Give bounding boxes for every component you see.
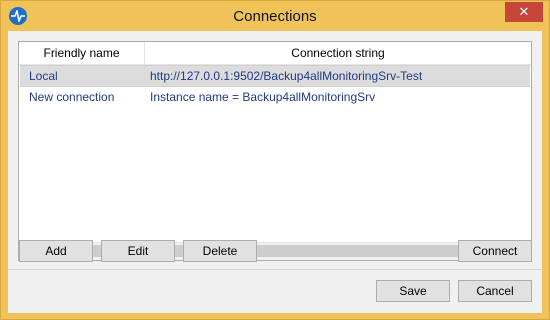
column-header-friendly-name[interactable]: Friendly name <box>19 42 145 64</box>
close-button[interactable]: ✕ <box>505 2 543 22</box>
dialog-body: Friendly name Connection string Local ht… <box>8 31 542 313</box>
add-button[interactable]: Add <box>19 240 93 262</box>
delete-button[interactable]: Delete <box>183 240 257 262</box>
connections-window: Connections ✕ Friendly name Connection s… <box>0 0 550 320</box>
list-item[interactable]: Local http://127.0.0.1:9502/Backup4allMo… <box>20 65 530 87</box>
save-button[interactable]: Save <box>376 280 450 302</box>
connect-button[interactable]: Connect <box>458 240 532 262</box>
list-header: Friendly name Connection string <box>19 42 531 65</box>
friendly-name-cell: New connection <box>29 90 115 104</box>
list-item[interactable]: New connection Instance name = Backup4al… <box>20 87 530 107</box>
title-bar: Connections ✕ <box>1 1 549 31</box>
friendly-name-cell: Local <box>29 69 58 83</box>
window-title: Connections <box>233 8 317 25</box>
column-header-connection-string[interactable]: Connection string <box>145 42 531 64</box>
horizontal-scrollbar[interactable]: ‹ › <box>19 242 531 260</box>
divider <box>8 269 542 270</box>
cancel-button[interactable]: Cancel <box>458 280 532 302</box>
edit-button[interactable]: Edit <box>101 240 175 262</box>
connections-list[interactable]: Friendly name Connection string Local ht… <box>18 41 532 261</box>
connection-string-cell: Instance name = Backup4allMonitoringSrv <box>150 90 376 104</box>
connection-string-cell: http://127.0.0.1:9502/Backup4allMonitori… <box>150 69 423 83</box>
